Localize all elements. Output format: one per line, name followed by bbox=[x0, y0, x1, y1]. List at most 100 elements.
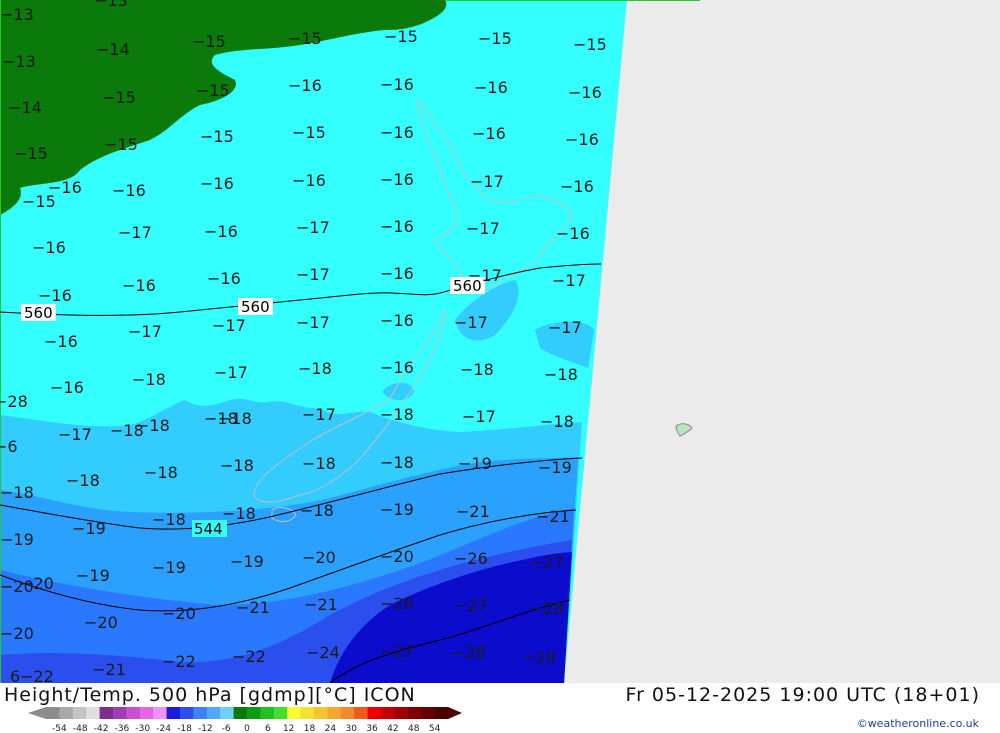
scale-arrow-left bbox=[28, 707, 46, 719]
temperature-label: −16 bbox=[200, 174, 234, 193]
temperature-label: −22 bbox=[232, 647, 266, 666]
scale-swatch bbox=[300, 707, 315, 719]
temperature-label: −28 bbox=[452, 643, 486, 662]
scale-tick-label: -30 bbox=[135, 724, 150, 733]
scale-swatch bbox=[421, 707, 436, 719]
scale-tick-label: 12 bbox=[283, 724, 294, 733]
temperature-label: −18 bbox=[0, 483, 34, 502]
contour-label-text: 560 bbox=[24, 304, 53, 322]
scale-swatch bbox=[139, 707, 154, 719]
scale-swatch bbox=[220, 707, 235, 719]
temperature-label: −15 bbox=[196, 81, 230, 100]
temperature-label: −18 bbox=[152, 510, 186, 529]
temperature-label: −17 bbox=[466, 219, 500, 238]
temperature-label: −13 bbox=[94, 0, 128, 10]
scale-swatch bbox=[206, 707, 221, 719]
temperature-label: −19 bbox=[152, 558, 186, 577]
temperature-label: −19 bbox=[380, 500, 414, 519]
scale-swatch bbox=[394, 707, 409, 719]
scale-swatch bbox=[340, 707, 355, 719]
scale-tick-label: 48 bbox=[408, 724, 420, 733]
temperature-label: −16 bbox=[380, 217, 414, 236]
temperature-label: −15 bbox=[102, 88, 136, 107]
scale-swatch bbox=[407, 707, 422, 719]
scale-swatch bbox=[434, 707, 449, 719]
scale-swatch bbox=[314, 707, 328, 719]
temperature-label: −15 bbox=[192, 32, 226, 51]
temperature-label: −18 bbox=[222, 504, 256, 523]
temperature-label: −18 bbox=[302, 454, 336, 473]
temperature-label: −16 bbox=[565, 130, 599, 149]
temperature-label: −22 bbox=[20, 667, 54, 683]
temperature-label: −28 bbox=[0, 392, 28, 411]
contour-label-text: 560 bbox=[241, 298, 270, 316]
temperature-label: −18 bbox=[144, 463, 178, 482]
scale-swatch bbox=[180, 707, 194, 719]
scale-tick-label: 24 bbox=[325, 724, 337, 733]
temperature-label: −16 bbox=[380, 311, 414, 330]
temperature-label: −20 bbox=[20, 574, 54, 593]
temperature-label: −13 bbox=[0, 5, 34, 24]
temperature-label: −18 bbox=[380, 453, 414, 472]
temperature-label: −17 bbox=[128, 322, 162, 341]
temperature-label: −19 bbox=[538, 458, 572, 477]
scale-tick-label: 30 bbox=[345, 724, 357, 733]
temperature-label: −15 bbox=[200, 127, 234, 146]
scale-swatch bbox=[59, 707, 74, 719]
temperature-label: −27 bbox=[380, 642, 414, 661]
temperature-label: −15 bbox=[478, 29, 512, 48]
temperature-label: −17 bbox=[58, 425, 92, 444]
temperature-label: −22 bbox=[162, 652, 196, 671]
temperature-label: −18 bbox=[544, 365, 578, 384]
scale-tick-label: -12 bbox=[198, 724, 213, 733]
temperature-label: −27 bbox=[530, 553, 564, 572]
temperature-label: −17 bbox=[214, 363, 248, 382]
temperature-label: −18 bbox=[204, 409, 238, 428]
temperature-label: −16 bbox=[568, 83, 602, 102]
scale-tick-label: -24 bbox=[156, 724, 171, 733]
temperature-label: −18 bbox=[540, 412, 574, 431]
scale-swatch bbox=[46, 707, 60, 719]
credit-link[interactable]: ©weatheronline.co.uk bbox=[857, 717, 979, 730]
color-scale-legend: -54 -48 -42 -36 -30 -24 -18 -12 -6 0 6 12 18 24 30 36 42… bbox=[28, 707, 462, 733]
temperature-label: −20 bbox=[84, 613, 118, 632]
temperature-label: −16 bbox=[48, 178, 82, 197]
temperature-label: −17 bbox=[212, 316, 246, 335]
temperature-label: −18 bbox=[66, 471, 100, 490]
temperature-label: −13 bbox=[2, 52, 36, 71]
temperature-label: 6 bbox=[10, 667, 20, 683]
contour-label-560-center: 560 bbox=[238, 298, 273, 316]
temperature-label: −16 bbox=[474, 78, 508, 97]
temperature-label: −16 bbox=[112, 181, 146, 200]
temperature-label: −16 bbox=[380, 358, 414, 377]
temperature-label: −15 bbox=[292, 123, 326, 142]
temperature-label: −16 bbox=[380, 264, 414, 283]
temperature-label: −21 bbox=[92, 660, 126, 679]
temperature-label: −16 bbox=[44, 332, 78, 351]
temperature-label: −28 bbox=[530, 599, 564, 618]
scale-tick-label: 18 bbox=[304, 724, 316, 733]
scale-tick-label: -18 bbox=[177, 724, 192, 733]
scale-swatch bbox=[327, 707, 342, 719]
temperature-label: −16 bbox=[207, 269, 241, 288]
weather-map[interactable]: 560 560 560 544 −13 −13 −13 −14 −14 −15 −15 −15… bbox=[0, 0, 1000, 683]
temperature-label: −16 bbox=[380, 75, 414, 94]
scale-swatch bbox=[153, 707, 168, 719]
scale-swatch bbox=[367, 707, 382, 719]
temperature-label: −18 bbox=[220, 456, 254, 475]
temperature-label: −17 bbox=[470, 172, 504, 191]
temperature-label: −6 bbox=[0, 437, 18, 456]
temperature-label: −18 bbox=[460, 360, 494, 379]
temperature-label: −16 bbox=[122, 276, 156, 295]
temperature-label: −18 bbox=[110, 421, 144, 440]
temperature-label: −16 bbox=[472, 124, 506, 143]
temperature-label: −14 bbox=[8, 98, 42, 117]
temperature-label: −18 bbox=[132, 370, 166, 389]
temperature-label: −26 bbox=[454, 549, 488, 568]
scale-swatch bbox=[126, 707, 141, 719]
scale-tick-label: -48 bbox=[73, 724, 88, 733]
temperature-label: −17 bbox=[296, 313, 330, 332]
temperature-label: −20 bbox=[380, 547, 414, 566]
temperature-label: −17 bbox=[548, 318, 582, 337]
scale-swatch bbox=[86, 707, 101, 719]
